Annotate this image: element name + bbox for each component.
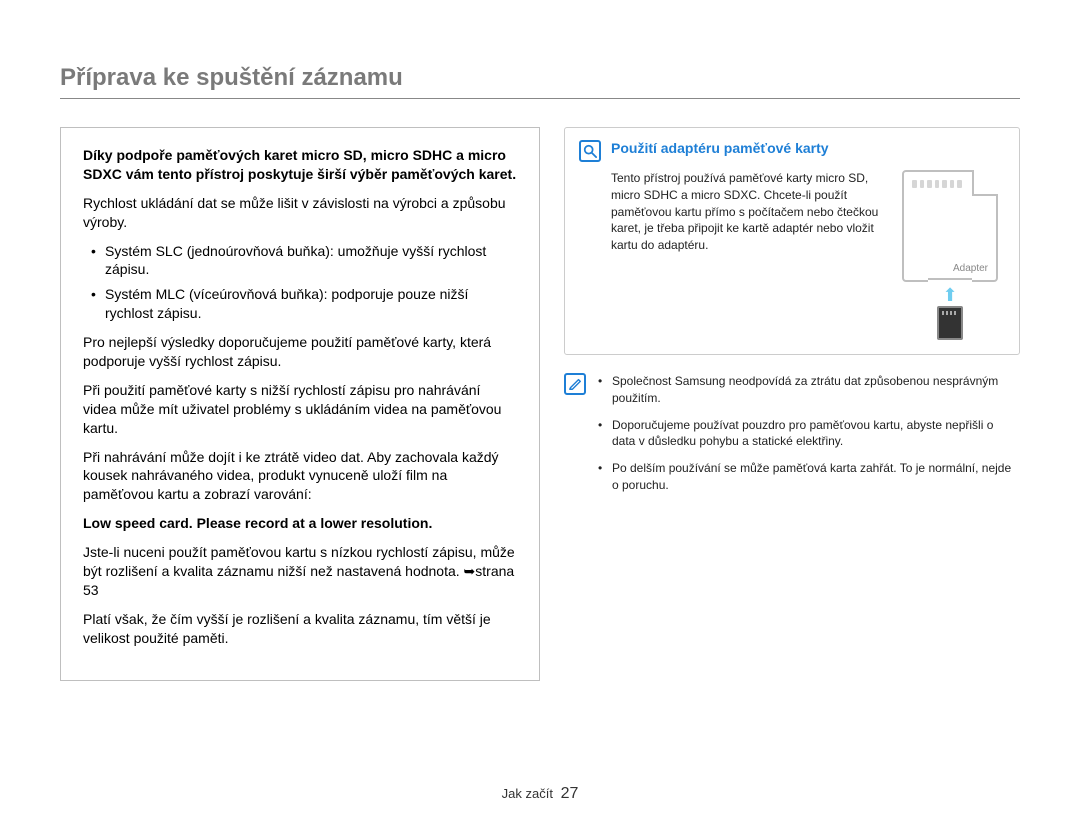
note-1: Doporučujeme používat pouzdro pro paměťo…: [596, 417, 1020, 451]
note-2: Po delším používání se může paměťová kar…: [596, 460, 1020, 494]
footer-section: Jak začít: [502, 786, 553, 801]
left-bullet-0: Systém SLC (jednoúrovňová buňka): umožňu…: [83, 242, 517, 280]
page-title: Příprava ke spuštění záznamu: [60, 64, 1020, 99]
adapter-box: Použití adaptéru paměťové karty Tento př…: [564, 127, 1020, 355]
left-p5: Jste-li nuceni použít paměťovou kartu s …: [83, 543, 517, 600]
left-bullet-1: Systém MLC (víceúrovňová buňka): podporu…: [83, 285, 517, 323]
left-p4: Při nahrávání může dojít i ke ztrátě vid…: [83, 448, 517, 505]
left-p2: Pro nejlepší výsledky doporučujeme použi…: [83, 333, 517, 371]
page-footer: Jak začít 27: [0, 785, 1080, 803]
adapter-text: Tento přístroj používá paměťové karty mi…: [579, 170, 881, 340]
left-p6: Platí však, že čím vyšší je rozlišení a …: [83, 610, 517, 648]
warning-text: Low speed card. Please record at a lower…: [83, 514, 517, 533]
intro-bold: Díky podpoře paměťových karet micro SD, …: [83, 146, 517, 184]
left-panel: Díky podpoře paměťových karet micro SD, …: [60, 127, 540, 681]
adapter-title: Použití adaptéru paměťové karty: [611, 140, 829, 156]
magnifier-icon: [579, 140, 601, 162]
left-p3: Při použití paměťové karty s nižší rychl…: [83, 381, 517, 438]
notes-list: Společnost Samsung neodpovídá za ztrátu …: [596, 373, 1020, 504]
right-panel: Použití adaptéru paměťové karty Tento př…: [564, 127, 1020, 681]
microsd-illustration: [937, 306, 963, 340]
left-bullets: Systém SLC (jednoúrovňová buňka): umožňu…: [83, 242, 517, 324]
note-icon: [564, 373, 586, 395]
sd-adapter-illustration: Adapter: [902, 170, 998, 282]
arrow-up-icon: ⬆: [942, 286, 957, 304]
footer-page-number: 27: [561, 785, 579, 802]
note-0: Společnost Samsung neodpovídá za ztrátu …: [596, 373, 1020, 407]
adapter-label: Adapter: [953, 263, 988, 274]
left-p1: Rychlost ukládání dat se může lišit v zá…: [83, 194, 517, 232]
adapter-figure: Adapter ⬆: [895, 170, 1005, 340]
